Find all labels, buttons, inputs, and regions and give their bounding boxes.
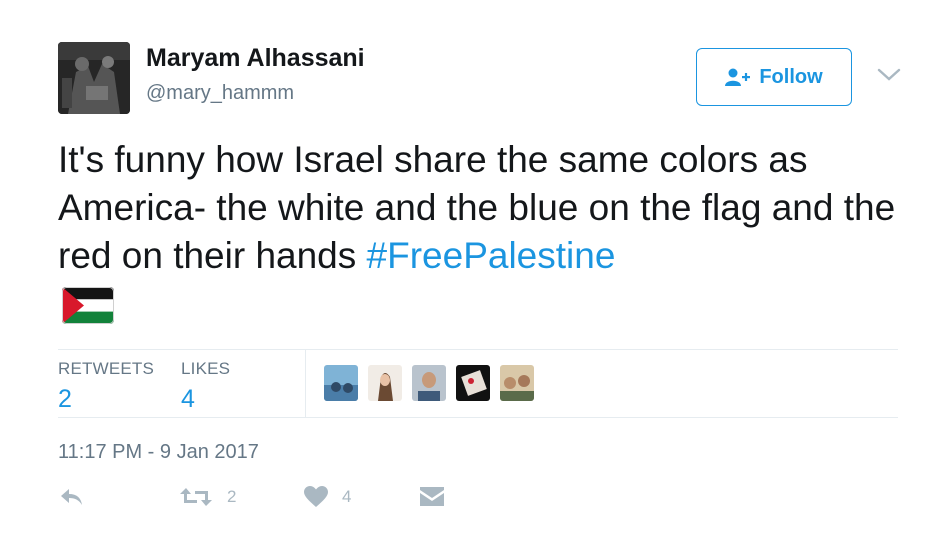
heart-icon [304,486,328,507]
envelope-icon [420,487,444,506]
liker-avatar[interactable] [500,365,534,401]
follow-person-icon [725,68,751,86]
tweet-text: It's funny how Israel share the same col… [58,136,928,280]
stats-vertical-divider [305,350,306,417]
author-handle[interactable]: @mary_hammm [146,82,294,105]
reply-button[interactable] [58,486,84,508]
retweet-count: 2 [227,487,237,506]
tweet-card: Maryam Alhassani @mary_hammm Follow It's… [0,0,948,557]
retweets-stat[interactable]: RETWEETS 2 [58,359,154,414]
like-count: 4 [342,487,352,506]
hashtag-link[interactable]: #FreePalestine [367,235,616,276]
liker-avatar[interactable] [368,365,402,401]
liker-avatar[interactable] [456,365,490,401]
liker-avatar[interactable] [412,365,446,401]
like-button[interactable]: 4 [304,486,351,508]
liker-avatars [324,365,534,403]
avatar-image [58,42,130,114]
direct-message-button[interactable] [420,486,444,508]
author-avatar[interactable] [58,42,130,114]
liker-avatar[interactable] [324,365,358,401]
follow-button[interactable]: Follow [696,48,852,106]
stats-bottom-divider [58,417,898,418]
likes-stat[interactable]: LIKES 4 [181,359,230,414]
retweets-value: 2 [58,385,72,413]
stats-top-divider [58,349,898,350]
tweet-timestamp[interactable]: 11:17 PM - 9 Jan 2017 [58,441,259,464]
author-name[interactable]: Maryam Alhassani [146,44,365,73]
reply-icon [61,489,82,505]
likes-label: LIKES [181,359,231,378]
palestine-flag-icon [62,287,114,324]
follow-label: Follow [759,65,823,88]
retweet-icon [180,488,212,506]
retweets-label: RETWEETS [58,359,155,378]
chevron-down-icon[interactable] [876,66,902,84]
likes-value: 4 [181,385,195,413]
retweet-button[interactable]: 2 [179,486,236,508]
